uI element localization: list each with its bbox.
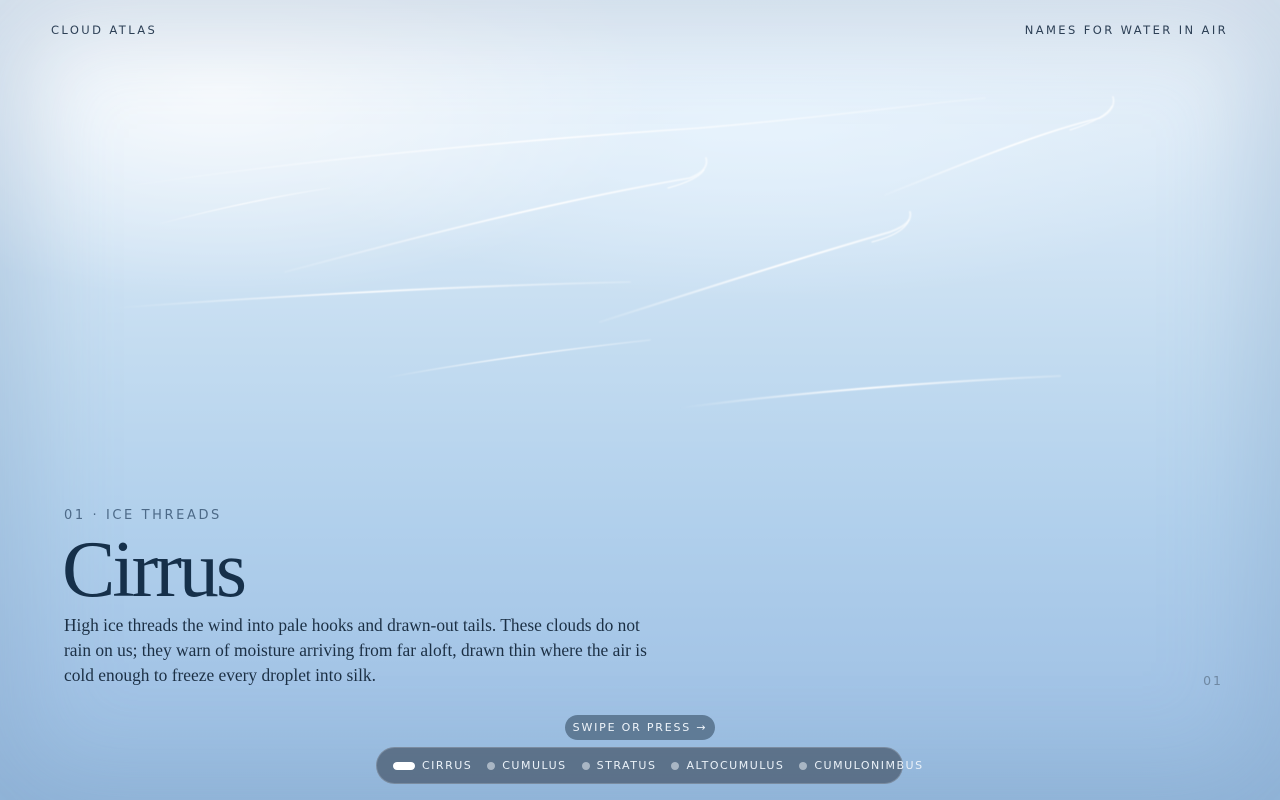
nav-item-stratus[interactable]: STRATUS	[581, 759, 657, 772]
nav-dot-icon	[671, 761, 680, 770]
cirrus-streak	[1069, 105, 1113, 131]
nav-item-cumulonimbus[interactable]: CUMULONIMBUS	[799, 759, 923, 772]
cirrus-streak	[599, 211, 912, 323]
cirrus-streak	[679, 375, 1061, 409]
slide-title: Cirrus	[62, 526, 247, 614]
nav-item-cumulus[interactable]: CUMULUS	[487, 759, 566, 772]
cirrus-streak	[114, 281, 631, 309]
nav-item-altocumulus[interactable]: ALTOCUMULUS	[671, 759, 784, 772]
swipe-hint-button[interactable]: SWIPE OR PRESS →	[565, 715, 715, 740]
cirrus-streak	[384, 339, 651, 379]
nav-item-label: CUMULONIMBUS	[814, 759, 924, 772]
nav-item-label: CIRRUS	[422, 759, 473, 772]
brand-logo-text: CLOUD ATLAS	[51, 23, 158, 37]
cirrus-streak	[884, 96, 1115, 196]
nav-dot-icon	[799, 761, 808, 770]
nav-item-cirrus[interactable]: CIRRUS	[393, 759, 472, 772]
nav-item-label: ALTOCUMULUS	[686, 759, 785, 772]
cirrus-streak	[284, 157, 708, 273]
slide-number: 01	[1203, 673, 1223, 688]
cirrus-streaks-illustration	[114, 96, 1115, 409]
cloud-type-nav: CIRRUS CUMULUS STRATUS ALTOCUMULUS CUMUL…	[376, 747, 922, 784]
slide-description: High ice threads the wind into pale hook…	[64, 615, 647, 685]
cirrus-streak	[114, 97, 986, 189]
nav-dot-icon	[581, 761, 590, 770]
nav-item-label: STRATUS	[596, 759, 657, 772]
nav-dot-icon	[487, 761, 496, 770]
header-tagline: NAMES FOR WATER IN AIR	[1024, 23, 1228, 37]
nav-dot-icon	[393, 761, 415, 770]
cirrus-streak	[154, 187, 331, 226]
nav-item-label: CUMULUS	[502, 759, 567, 772]
slide-kicker: 01 · ICE THREADS	[64, 508, 222, 523]
